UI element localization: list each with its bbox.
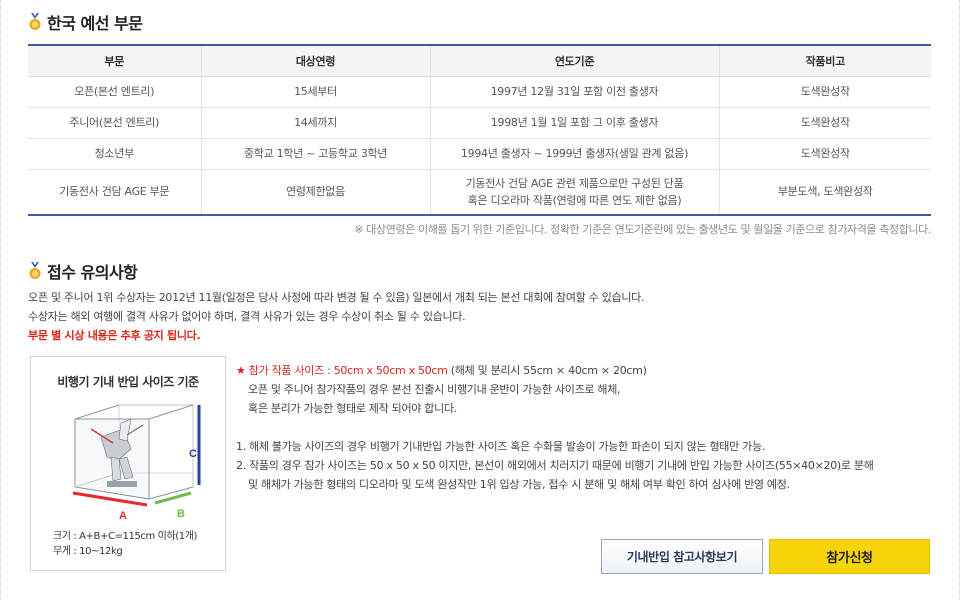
table-cell-multiline: 기동전사 건담 AGE 관련 제품으로만 구성된 단품 혹은 디오라마 작품(연령… — [429, 169, 719, 216]
table-cell: 1994년 출생자 ~ 1999년 출생자(생일 관계 없음) — [429, 138, 719, 170]
table-cell: 14세까지 — [200, 107, 430, 139]
table-row: 청소년부 중학교 1학년 ~ 고등학교 3학년 1994년 출생자 ~ 1999… — [28, 138, 931, 170]
box-title: 비행기 기내 반입 사이즈 기준 — [57, 375, 199, 389]
table-row: 오픈(본선 엔트리) 15세부터 1997년 12월 31일 포함 이전 출생자… — [28, 76, 931, 108]
table-cell: 15세부터 — [200, 76, 430, 108]
size-limit: 크기 : A+B+C=115cm 이하(1개) — [53, 531, 198, 542]
submission-notes: 오픈 및 주니어 1위 수상자는 2012년 11월(일정은 당사 사정에 따라… — [28, 288, 645, 345]
dimension-label-c: C — [189, 448, 197, 460]
note-line: 수상자는 해외 여행에 결격 사유가 없어야 하며, 결격 사유가 있는 경우 … — [28, 310, 466, 323]
rule-item: 1. 해체 불가능 사이즈의 경우 비행기 기내반입 가능한 사이즈 혹은 수화… — [236, 440, 765, 453]
table-row: 주니어(본선 엔트리) 14세까지 1998년 1월 1일 포함 그 이후 출생… — [28, 107, 931, 139]
carry-on-reference-button[interactable]: 기내반입 참고사항보기 — [601, 539, 763, 574]
section-title-korea-qualifier: 한국 예선 부문 — [28, 10, 143, 34]
star-icon: ★ — [236, 364, 246, 377]
table-cell: 1997년 12월 31일 포함 이전 출생자 — [429, 76, 719, 108]
entry-size-desc: 오픈 및 주니어 참가작품의 경우 본선 진출시 비행기내 운반이 가능한 사이… — [248, 383, 621, 396]
size-spec: 크기 : A+B+C=115cm 이하(1개) 무게 : 10~12kg — [53, 529, 197, 559]
section-title-submission-notes: 접수 유의사항 — [28, 259, 138, 283]
column-header: 부문 — [28, 44, 201, 77]
column-header: 작품비고 — [718, 44, 931, 77]
table-cell: 주니어(본선 엔트리) — [28, 107, 201, 139]
cube-diagram: A B C — [72, 404, 201, 522]
dimension-label-b: B — [177, 508, 185, 520]
column-header: 대상연령 — [200, 44, 430, 77]
table-cell: 도색완성작 — [718, 76, 931, 108]
table-cell: 기동전사 건담 AGE 부문 — [28, 169, 201, 216]
qualifier-table: 부문 대상연령 연도기준 작품비고 오픈(본선 엔트리) 15세부터 1997년… — [28, 44, 931, 216]
note-line: 오픈 및 주니어 1위 수상자는 2012년 11월(일정은 당사 사정에 따라… — [28, 291, 645, 304]
dimension-label-a: A — [119, 510, 127, 522]
table-row: 기동전사 건담 AGE 부문 연령제한없음 기동전사 건담 AGE 관련 제품으… — [28, 169, 931, 216]
apply-button[interactable]: 참가신청 — [769, 539, 930, 574]
entry-size-label: 참가 작품 사이즈 : 50cm x 50cm x 50cm — [248, 364, 448, 377]
table-cell: 1998년 1월 1일 포함 그 이후 출생자 — [429, 107, 719, 139]
table-cell: 연령제한없음 — [200, 169, 430, 216]
table-header-row: 부문 대상연령 연도기준 작품비고 — [28, 44, 931, 77]
table-cell: 중학교 1학년 ~ 고등학교 3학년 — [200, 138, 430, 170]
size-rules: ★ 참가 작품 사이즈 : 50cm x 50cm x 50cm (해체 및 분… — [236, 361, 936, 494]
table-cell: 청소년부 — [28, 138, 201, 170]
award-notice: 부문 별 시상 내용은 추후 공지 됩니다. — [28, 329, 201, 342]
entry-size-paren: (해체 및 분리시 55cm × 40cm × 20cm) — [447, 364, 647, 377]
rule-item: 2. 작품의 경우 참가 사이즈는 50 x 50 x 50 이지만, 본선이 … — [236, 459, 874, 472]
medal-icon — [29, 13, 41, 30]
table-cell: 부분도색, 도색완성작 — [718, 169, 931, 216]
entry-size-desc: 혹은 분리가 가능한 형태로 제작 되어야 합니다. — [248, 402, 457, 415]
rule-item-cont: 및 해체가 가능한 형태의 디오라마 및 도색 완성작만 1위 입상 가능, 접… — [248, 478, 790, 491]
medal-icon — [29, 262, 41, 279]
weight-limit: 무게 : 10~12kg — [53, 546, 123, 557]
table-cell: 도색완성작 — [718, 138, 931, 170]
table-cell: 오픈(본선 엔트리) — [28, 76, 201, 108]
carry-on-size-box: 비행기 기내 반입 사이즈 기준 A B C 크기 : A+B+C=115cm … — [30, 356, 226, 571]
age-note: ※ 대상연령은 이해를 돕기 위한 기준입니다. 정확한 기준은 연도기준란에 … — [354, 223, 931, 236]
column-header: 연도기준 — [429, 44, 719, 77]
table-cell: 도색완성작 — [718, 107, 931, 139]
entry-size-line: ★ 참가 작품 사이즈 : 50cm x 50cm x 50cm (해체 및 분… — [236, 361, 936, 380]
